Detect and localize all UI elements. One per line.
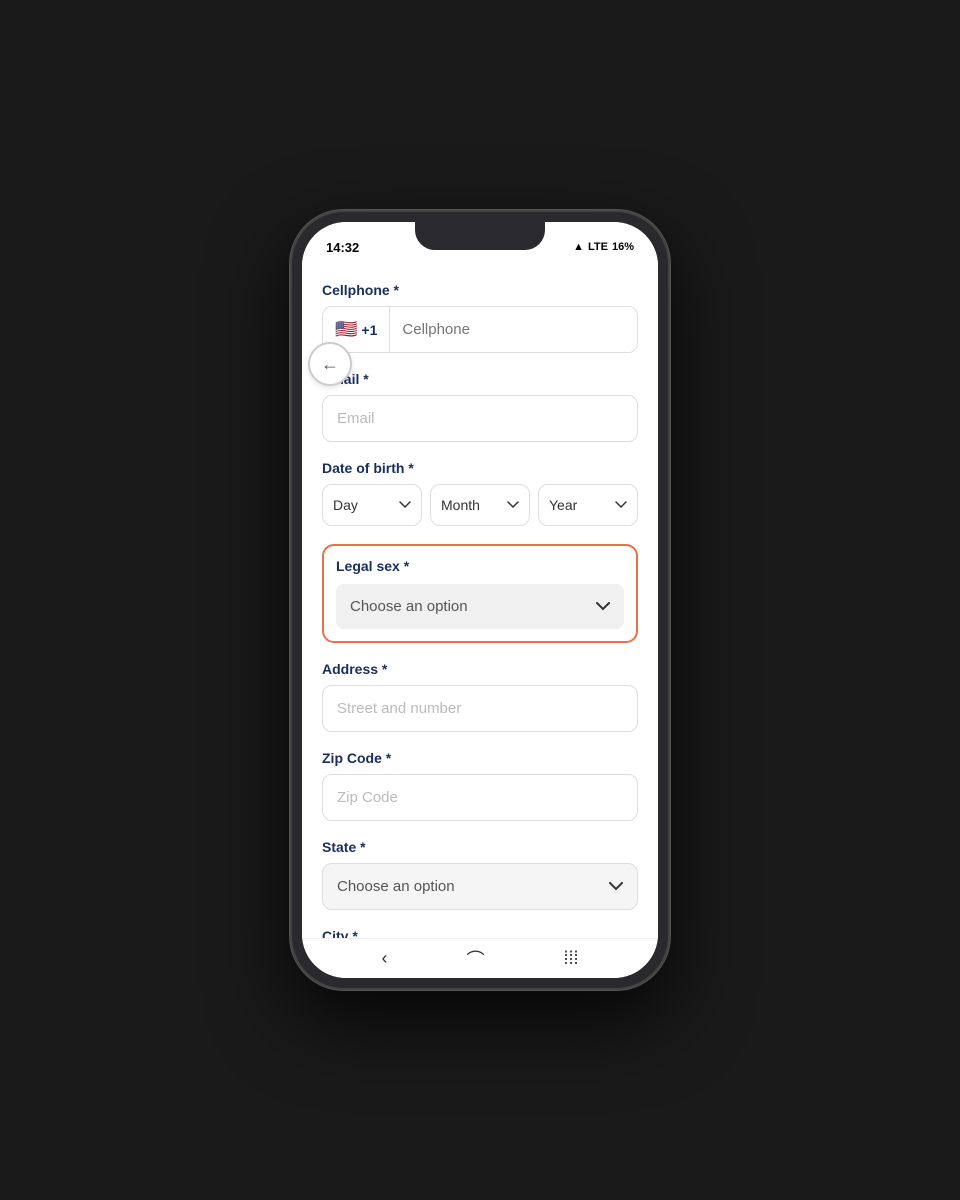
back-button[interactable]: ← bbox=[308, 342, 352, 386]
status-icons: ▲ LTE 16% bbox=[573, 241, 634, 253]
email-field-group: Email * bbox=[322, 371, 638, 442]
lte-label: LTE bbox=[588, 241, 608, 253]
legal-sex-label: Legal sex * bbox=[336, 558, 624, 574]
email-label: Email * bbox=[322, 371, 638, 387]
cellphone-field-group: Cellphone * 🇺🇸 +1 bbox=[322, 282, 638, 353]
email-input[interactable] bbox=[322, 395, 638, 442]
cellphone-label: Cellphone * bbox=[322, 282, 638, 298]
state-field-group: State * Choose an option bbox=[322, 839, 638, 910]
bottom-bar: ‹ ⌒ ⁞⁞⁞ bbox=[302, 938, 658, 978]
zip-code-field-group: Zip Code * bbox=[322, 750, 638, 821]
city-label: City * bbox=[322, 928, 638, 938]
day-select[interactable]: Day bbox=[322, 484, 422, 526]
dob-label: Date of birth * bbox=[322, 460, 638, 476]
year-select[interactable]: Year bbox=[538, 484, 638, 526]
address-field-group: Address * bbox=[322, 661, 638, 732]
status-time: 14:32 bbox=[326, 240, 359, 255]
address-input[interactable] bbox=[322, 685, 638, 732]
bottom-menu-icon[interactable]: ⁞⁞⁞ bbox=[563, 948, 578, 969]
signal-icon: ▲ bbox=[573, 241, 584, 253]
zip-code-label: Zip Code * bbox=[322, 750, 638, 766]
phone-device: 14:32 ▲ LTE 16% ← Cellphone * 🇺🇸 +1 bbox=[290, 210, 670, 990]
phone-screen: 14:32 ▲ LTE 16% ← Cellphone * 🇺🇸 +1 bbox=[302, 222, 658, 978]
state-label: State * bbox=[322, 839, 638, 855]
bottom-back-icon[interactable]: ‹ bbox=[381, 948, 387, 969]
city-field-group: City * bbox=[322, 928, 638, 938]
phone-notch bbox=[415, 222, 545, 250]
zip-code-input[interactable] bbox=[322, 774, 638, 821]
country-code: +1 bbox=[361, 322, 377, 338]
battery-label: 16% bbox=[612, 241, 634, 253]
state-select[interactable]: Choose an option bbox=[322, 863, 638, 910]
cellphone-input[interactable] bbox=[390, 307, 637, 352]
legal-sex-select[interactable]: Choose an option Male Female bbox=[336, 584, 624, 629]
dob-row: Day Month Year bbox=[322, 484, 638, 526]
form-content: Cellphone * 🇺🇸 +1 Email * Date of birth … bbox=[302, 266, 658, 938]
phone-input-wrapper: 🇺🇸 +1 bbox=[322, 306, 638, 353]
bottom-home-icon[interactable]: ⌒ bbox=[466, 946, 484, 972]
legal-sex-field-group: Legal sex * Choose an option Male Female bbox=[322, 544, 638, 643]
flag-icon: 🇺🇸 bbox=[335, 319, 357, 340]
back-arrow-icon: ← bbox=[321, 354, 339, 375]
address-label: Address * bbox=[322, 661, 638, 677]
dob-field-group: Date of birth * Day Month Year bbox=[322, 460, 638, 526]
month-select[interactable]: Month bbox=[430, 484, 530, 526]
